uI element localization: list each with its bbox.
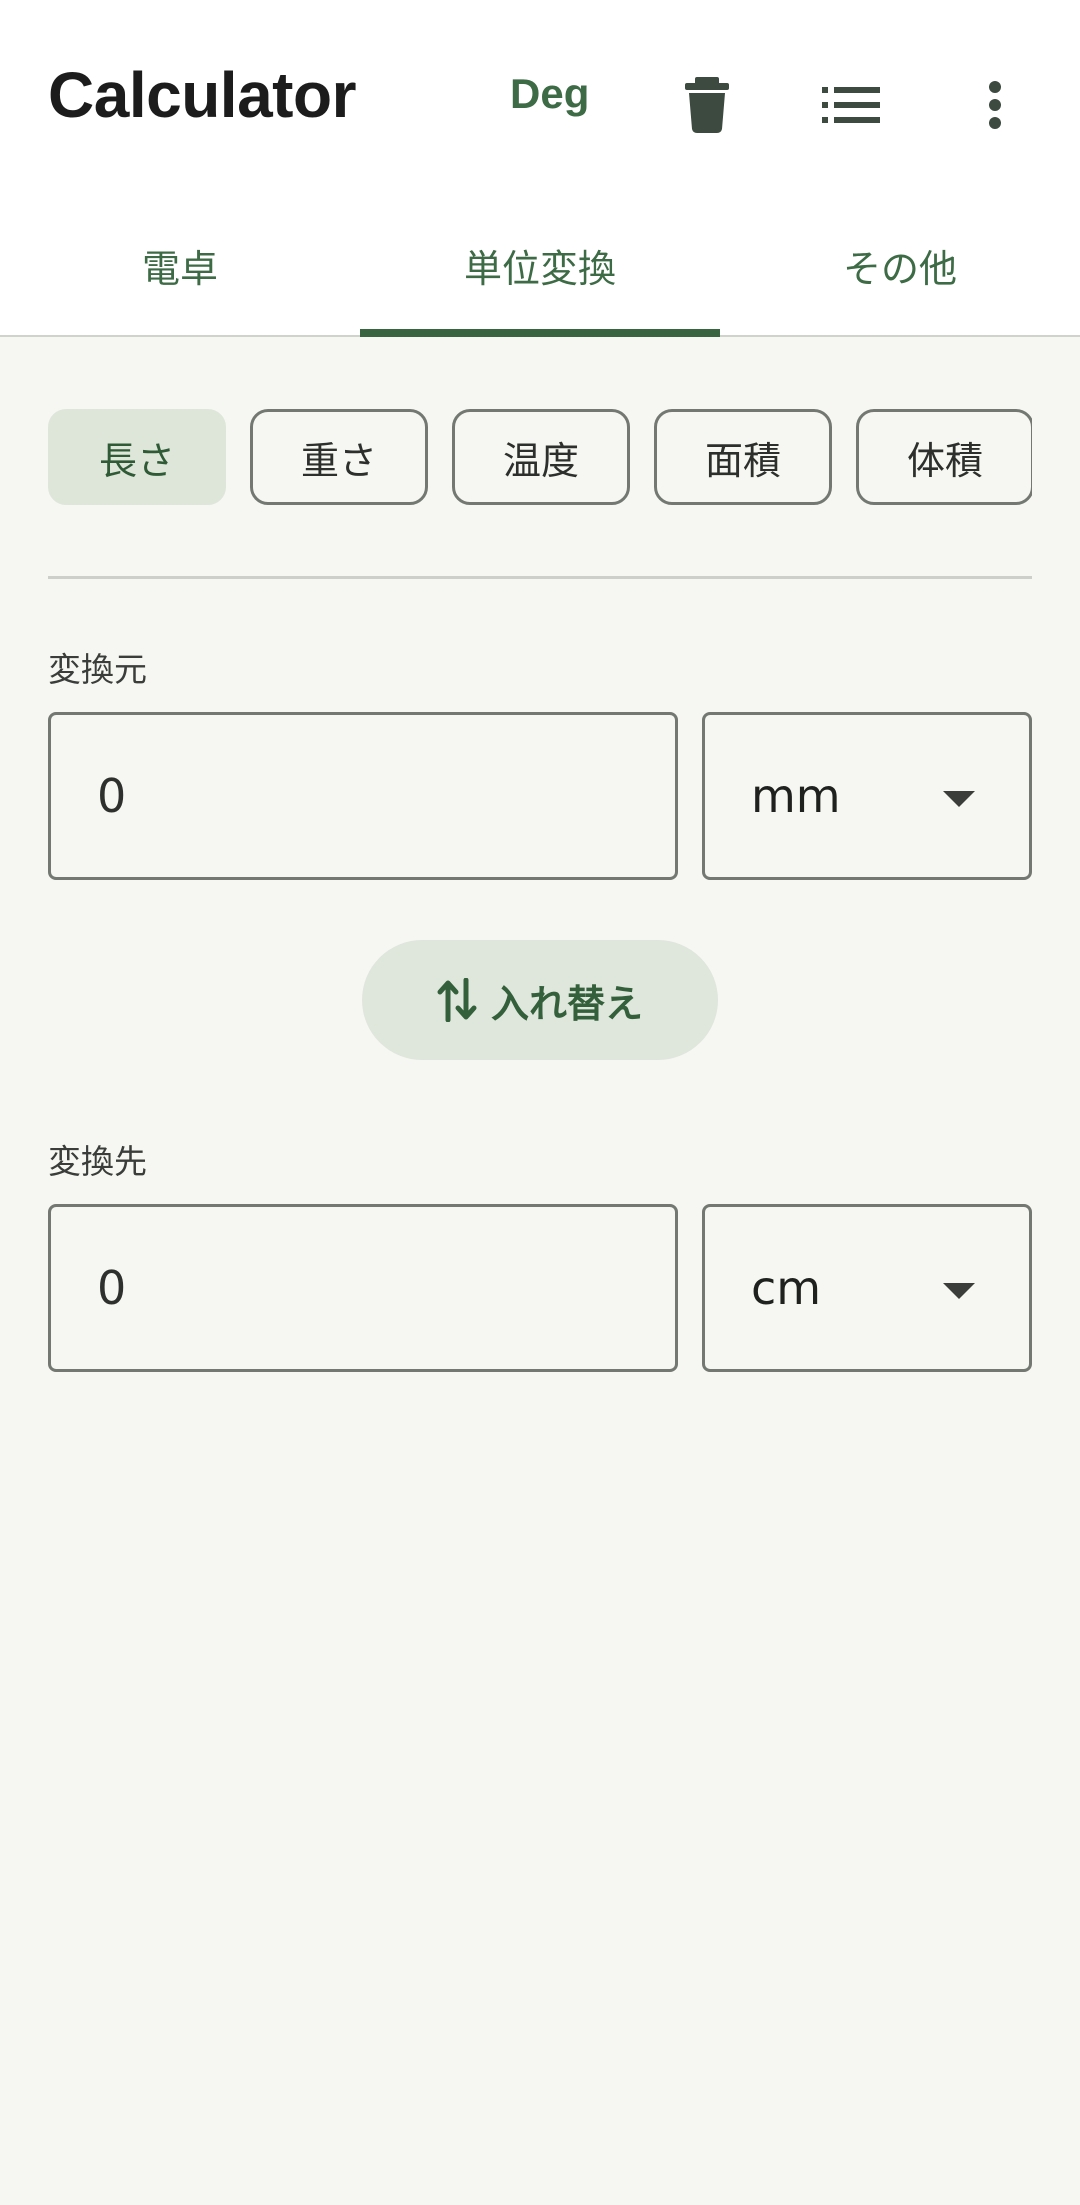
- tab-other[interactable]: その他: [720, 195, 1080, 335]
- to-unit-dropdown[interactable]: cm: [702, 1204, 1032, 1372]
- more-options-button[interactable]: [950, 60, 1040, 150]
- swap-button[interactable]: 入れ替え: [362, 940, 718, 1060]
- dropdown-arrow-icon: [943, 791, 975, 807]
- chip-area[interactable]: 面積: [654, 409, 832, 505]
- from-unit-dropdown[interactable]: mm: [702, 712, 1032, 880]
- trash-icon: [685, 77, 729, 133]
- clear-history-button[interactable]: [662, 60, 752, 150]
- to-label: 変換先: [48, 1142, 147, 1181]
- to-value-input[interactable]: 0: [48, 1204, 678, 1372]
- category-chips: 長さ 重さ 温度 面積 体積: [48, 409, 1032, 505]
- from-value-input[interactable]: 0: [48, 712, 678, 880]
- dropdown-arrow-icon: [943, 1283, 975, 1299]
- history-button[interactable]: [806, 60, 896, 150]
- chip-length[interactable]: 長さ: [48, 409, 226, 505]
- divider: [48, 576, 1032, 579]
- swap-vert-icon: [437, 978, 477, 1022]
- chip-temperature[interactable]: 温度: [452, 409, 630, 505]
- tab-unit-conversion[interactable]: 単位変換: [360, 195, 720, 337]
- tab-calculator[interactable]: 電卓: [0, 195, 360, 335]
- more-vert-icon: [989, 81, 1001, 129]
- chip-weight[interactable]: 重さ: [250, 409, 428, 505]
- from-unit-value: mm: [751, 769, 841, 823]
- swap-label: 入れ替え: [490, 981, 643, 1026]
- to-unit-value: cm: [751, 1261, 822, 1315]
- angle-mode-toggle[interactable]: Deg: [510, 70, 589, 118]
- history-list-icon: [822, 87, 880, 123]
- chip-volume[interactable]: 体積: [856, 409, 1032, 505]
- from-label: 変換元: [48, 650, 147, 689]
- app-bar: Calculator Deg: [0, 0, 1080, 195]
- app-title: Calculator: [48, 59, 356, 131]
- tab-bar: 電卓 単位変換 その他: [0, 195, 1080, 337]
